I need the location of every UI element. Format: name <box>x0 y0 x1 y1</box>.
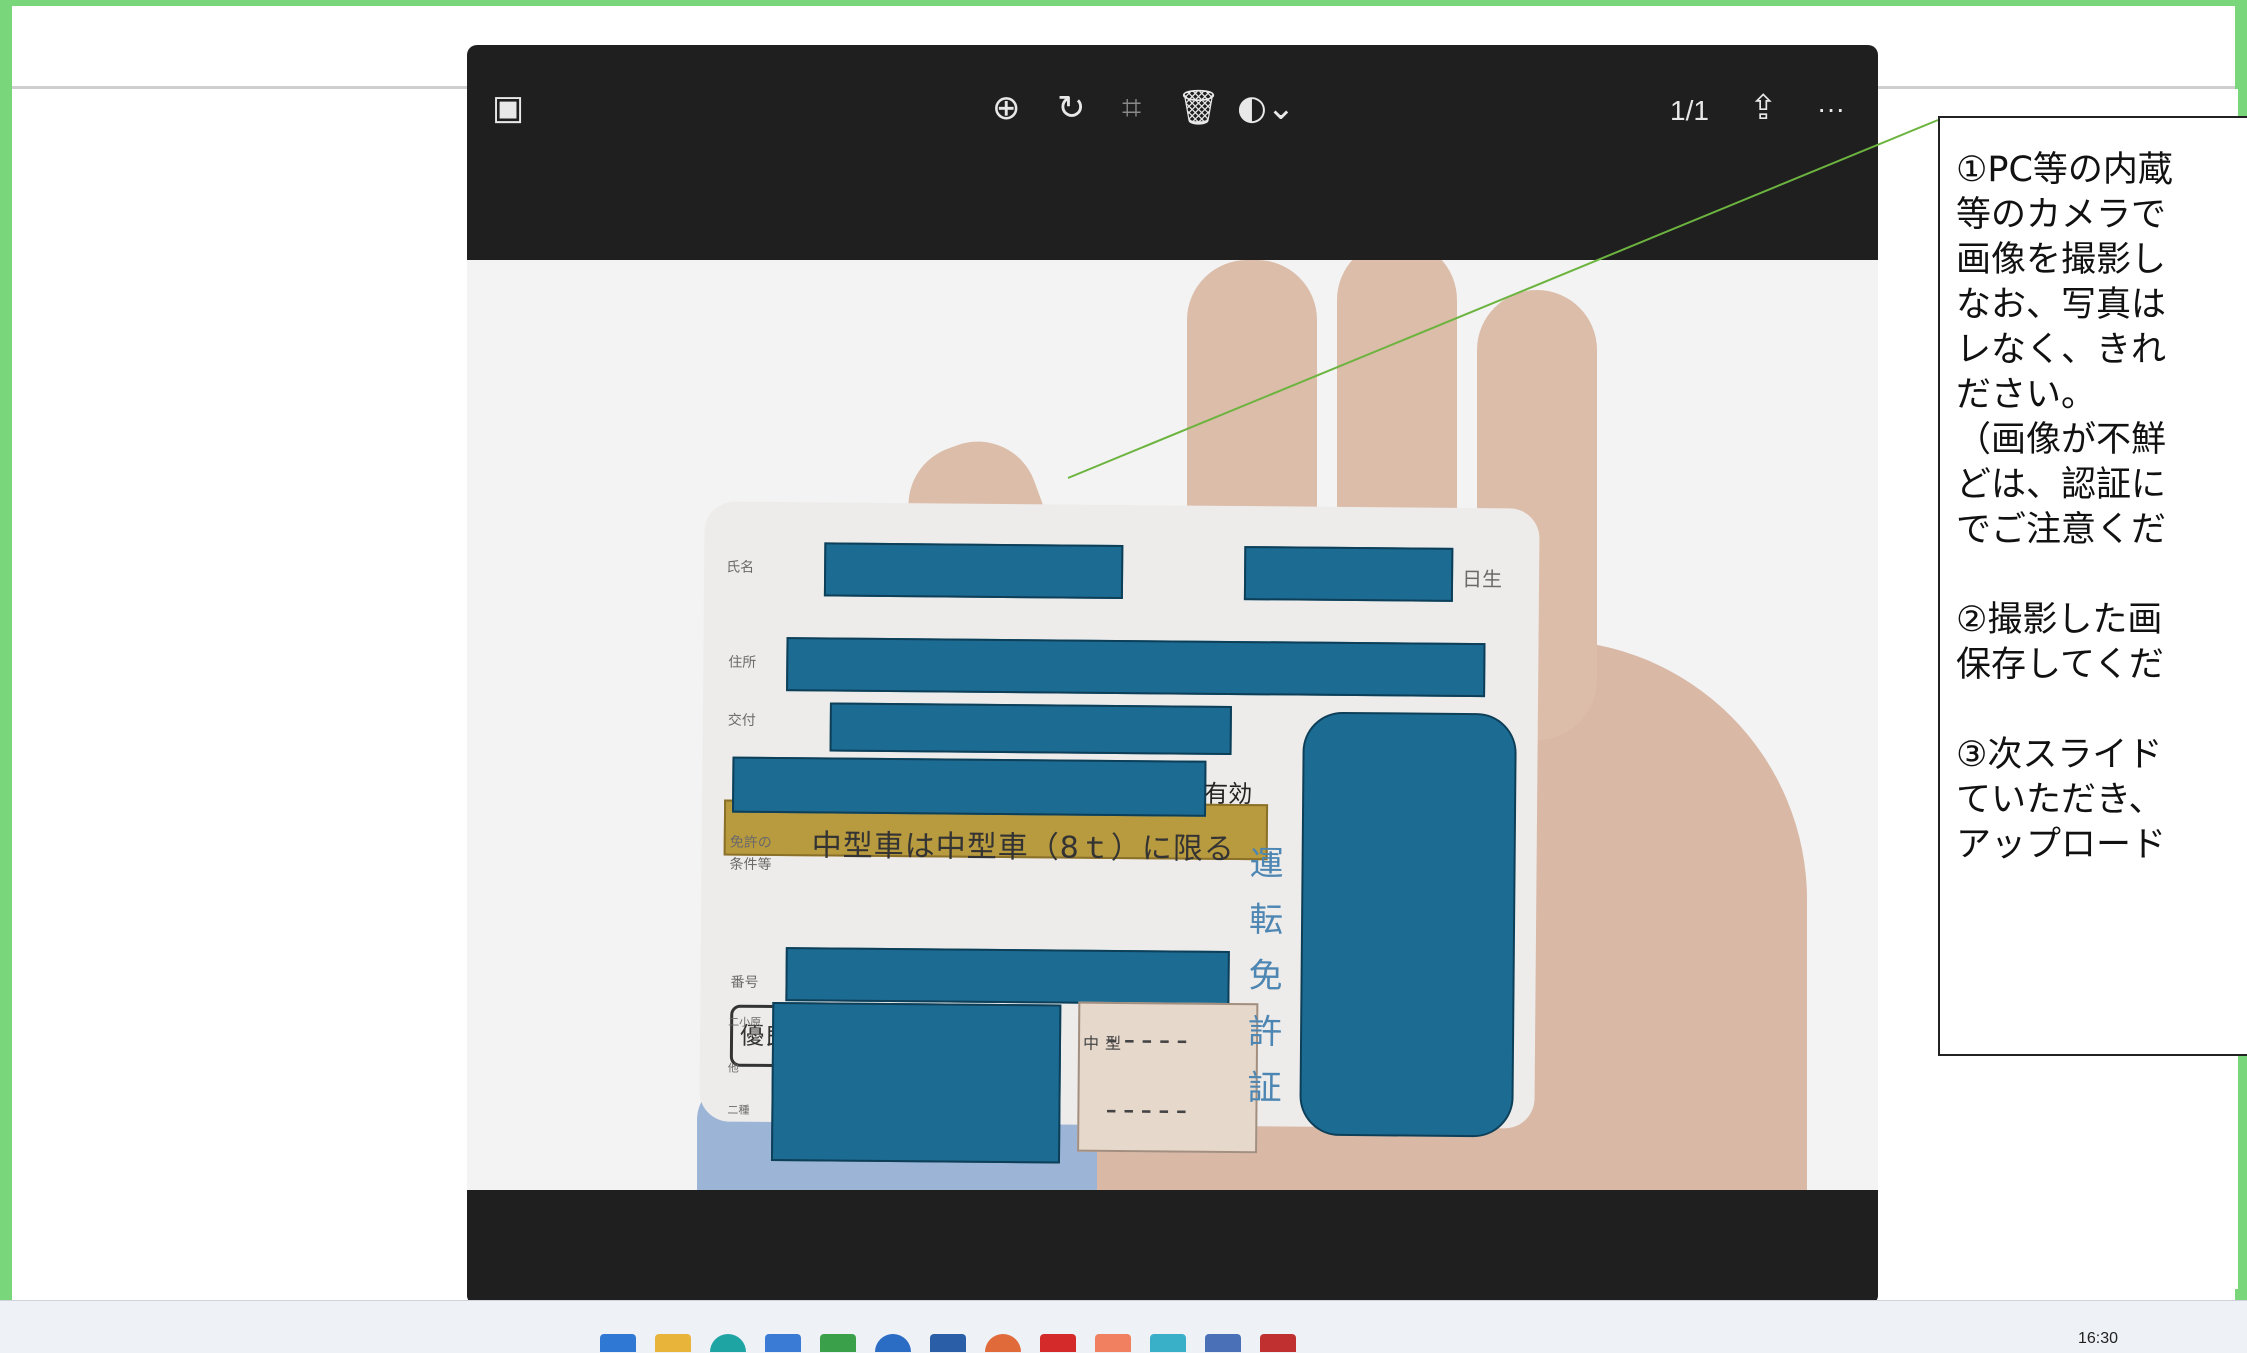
drivers-license-card: 氏名 日生 住所 交付 有効 免許の 条件等 中型車は中型車（8ｔ）に限る 優良… <box>699 501 1540 1164</box>
callout-line-text: ていただき、 <box>1956 780 2164 820</box>
address-label: 住所 <box>728 654 757 671</box>
callout-spacer <box>1956 688 2247 733</box>
callout-line-text: ださい。 <box>1956 375 2097 415</box>
callout-line-text: レなく、きれ <box>1956 330 2167 370</box>
delete-icon[interactable]: 🗑 <box>1177 88 1220 128</box>
rotate-icon[interactable]: ↻ <box>1057 88 1086 128</box>
mail-icon[interactable] <box>1205 1334 1241 1352</box>
redacted-photo <box>1299 711 1517 1138</box>
title-char: 運 <box>1249 844 1284 885</box>
more-icon[interactable]: ··· <box>1817 89 1845 129</box>
number-label: 番号 <box>730 974 759 991</box>
callout-line-text: ①PC等の内蔵 <box>1956 150 2173 190</box>
callout-line-text: 等のカメラで <box>1956 195 2167 235</box>
zoom-in-icon[interactable]: ⊕ <box>992 88 1021 128</box>
callout-line-text: でご注意くだ <box>1956 510 2167 550</box>
app-icon[interactable] <box>820 1334 856 1352</box>
crop-icon[interactable]: ⌗ <box>1122 88 1141 128</box>
redacted-name <box>823 542 1124 600</box>
class-label: 二小原 <box>728 1015 762 1029</box>
taskbar-clock[interactable]: 16:30 <box>2078 1330 2118 1348</box>
license-condition: 中型車は中型車（8ｔ）に限る <box>811 828 1235 868</box>
callout-line-text: （画像が不鮮 <box>1956 420 2167 460</box>
redacted-issue-date <box>829 702 1232 755</box>
callout-line-text: ③次スライド <box>1956 735 2163 775</box>
issue-label: 交付 <box>727 712 756 729</box>
photo-viewer-window: ▣ ⊕ ↻ ⌗ 🗑 ◐⌄ 1/1 ⇪ ··· 氏名 日生 住所 交付 有効 免許… <box>467 45 1878 1305</box>
app-icon[interactable] <box>1150 1334 1186 1352</box>
class-label: 二種 <box>727 1103 750 1117</box>
callout-line-text: どは、認証に <box>1956 465 2167 505</box>
callout-spacer <box>1956 553 2247 598</box>
edit-filter-icon[interactable]: ◐⌄ <box>1237 88 1295 128</box>
callout-line-text: アップロード <box>1956 825 2167 865</box>
grid-row: ----- <box>1105 1019 1194 1059</box>
page-counter: 1/1 <box>1670 95 1709 126</box>
expiry-suffix: 有効 <box>1204 779 1253 809</box>
redacted-address <box>786 637 1486 698</box>
title-char: 転 <box>1248 900 1284 941</box>
redacted-expiry <box>732 756 1207 817</box>
redacted-license-number <box>785 947 1230 1005</box>
callout-line-text: なお、写真は <box>1956 285 2167 325</box>
license-title: 運 転 免 許 証 <box>1244 836 1286 1116</box>
callout-line-text: 画像を撮影し <box>1956 240 2167 280</box>
redacted-license-classes <box>770 1001 1062 1164</box>
app-icon[interactable] <box>1040 1334 1076 1352</box>
redacted-birthdate <box>1243 546 1454 602</box>
viewer-toolbar: ▣ ⊕ ↻ ⌗ 🗑 ◐⌄ 1/1 ⇪ ··· <box>467 45 1878 175</box>
image-icon[interactable]: ▣ <box>492 88 524 128</box>
title-char: 免 <box>1248 956 1283 997</box>
instruction-callout: ①PC等の内蔵 等のカメラで 画像を撮影し なお、写真は レなく、きれ ださい。… <box>1938 116 2247 1056</box>
app-icon[interactable] <box>1260 1334 1296 1352</box>
callout-line-text: ②撮影した画 <box>1956 600 2163 640</box>
conditions-label: 免許の <box>729 834 772 851</box>
callout-line-text: 保存してくだ <box>1956 645 2164 685</box>
conditions-label-2: 条件等 <box>729 856 772 873</box>
title-char: 許 <box>1247 1012 1283 1053</box>
license-class-grid: 中型 ----- ----- <box>1077 1001 1259 1154</box>
name-label: 氏名 <box>726 559 755 576</box>
title-char: 証 <box>1247 1068 1282 1109</box>
photo-image: 氏名 日生 住所 交付 有効 免許の 条件等 中型車は中型車（8ｔ）に限る 優良… <box>467 260 1878 1190</box>
app-icon[interactable] <box>930 1334 966 1352</box>
app-icon[interactable] <box>765 1334 801 1352</box>
slide-area-left <box>12 89 467 1289</box>
class-label: 他 <box>727 1061 739 1075</box>
grid-label: 中型 <box>1082 1033 1128 1054</box>
viewer-bottom-bar <box>467 1190 1878 1305</box>
file-explorer-icon[interactable] <box>655 1334 691 1352</box>
app-icon[interactable] <box>1095 1334 1131 1352</box>
share-icon[interactable]: ⇪ <box>1749 88 1778 128</box>
grid-row: ----- <box>1105 1089 1194 1129</box>
start-icon[interactable] <box>600 1334 636 1352</box>
birth-suffix: 日生 <box>1461 566 1503 592</box>
